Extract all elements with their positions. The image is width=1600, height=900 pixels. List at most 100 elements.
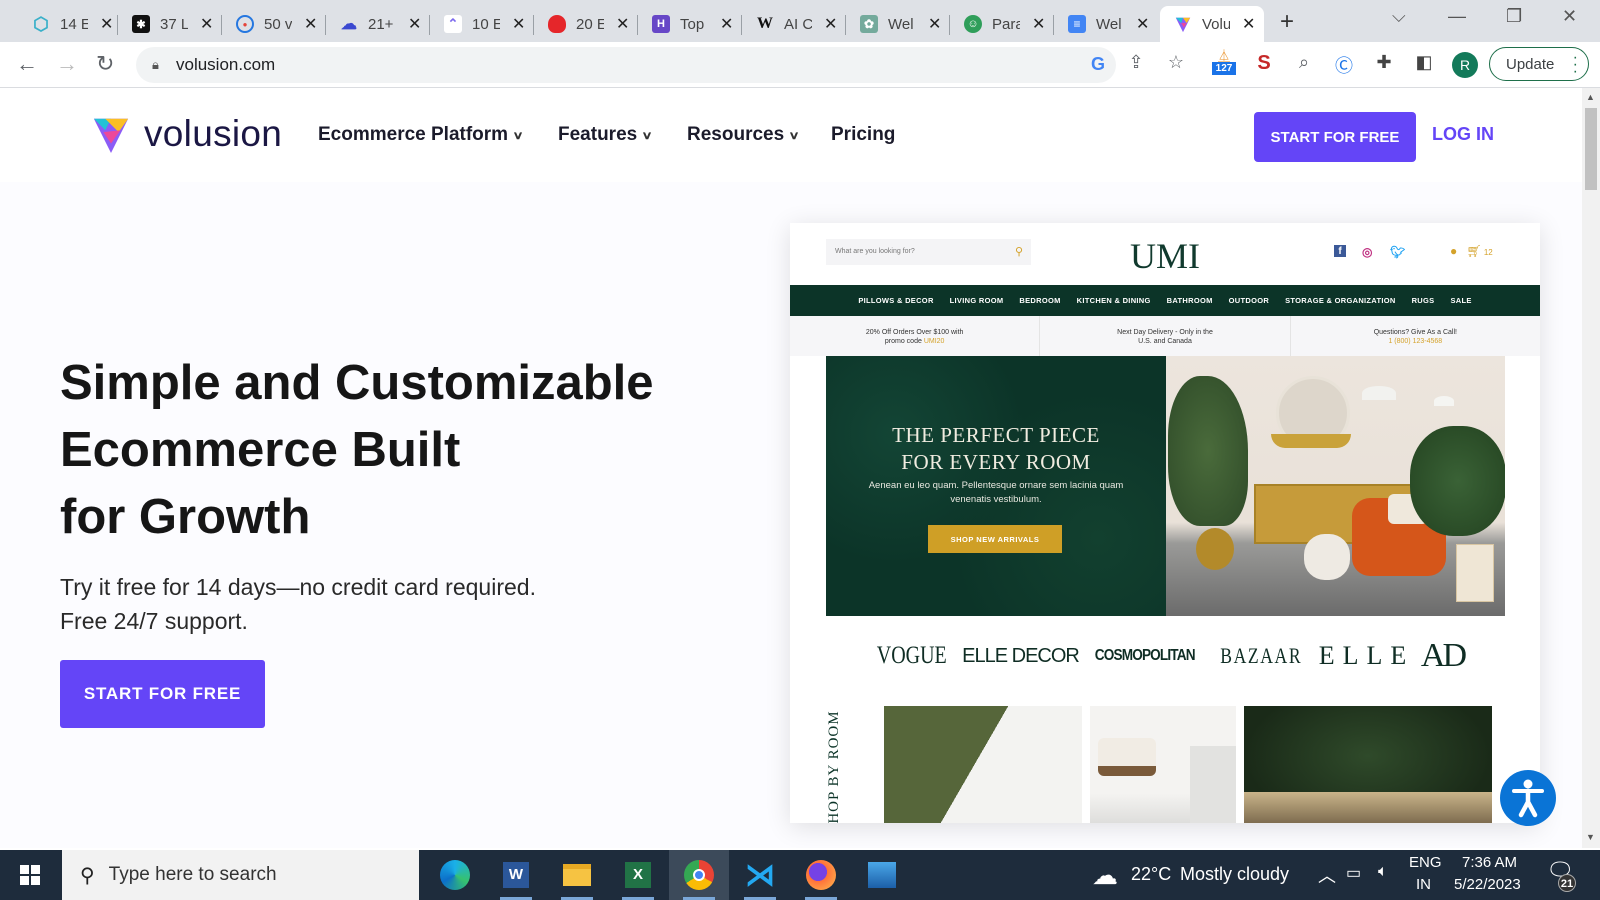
hero-title: Simple and Customizable Ecommerce Built … <box>60 356 654 544</box>
battery-icon[interactable]: ▭ <box>1346 863 1361 883</box>
shop-new-arrivals-button: SHOP NEW ARRIVALS <box>928 525 1062 553</box>
browser-tab[interactable]: W AI C ✕ <box>742 6 846 42</box>
seo-extension-icon[interactable]: S <box>1252 52 1276 75</box>
clock-date[interactable]: 5/22/2023 <box>1454 876 1521 893</box>
taskbar-app-photos[interactable] <box>852 850 912 900</box>
new-tab-button[interactable]: + <box>1280 8 1294 36</box>
lock-icon: 🔒︎ <box>152 57 159 72</box>
vscode-icon: ⋊ <box>745 858 775 892</box>
taskbar-app-vscode[interactable]: ⋊ <box>730 850 790 900</box>
browser-tab[interactable]: ⌃ 10 E ✕ <box>430 6 534 42</box>
close-tab-icon[interactable]: ✕ <box>304 14 317 34</box>
minimize-button[interactable]: — <box>1448 6 1466 27</box>
scrollbar-thumb[interactable] <box>1585 108 1597 190</box>
promo-cell: 20% Off Orders Over $100 with promo code… <box>790 316 1041 356</box>
nav-resources[interactable]: Resources ∨ <box>687 124 800 146</box>
extensions-puzzle-icon[interactable]: ✚ <box>1372 52 1396 73</box>
taskbar-app-edge[interactable] <box>425 850 485 900</box>
promo-cell: Next Day Delivery - Only in the U.S. and… <box>1040 316 1291 356</box>
promo-cell: Questions? Give As a Call! 1 (800) 123-4… <box>1373 329 1457 345</box>
browser-tab[interactable]: ✱ 37 L ✕ <box>118 6 222 42</box>
weather-temperature[interactable]: 22°C <box>1131 864 1171 885</box>
volusion-logo-icon <box>93 118 129 153</box>
reload-button[interactable]: ↻ <box>96 51 114 77</box>
c-extension-icon[interactable]: Ⓒ <box>1332 52 1356 78</box>
close-tab-icon[interactable]: ✕ <box>824 14 837 34</box>
login-link[interactable]: LOG IN <box>1432 124 1494 145</box>
w-logo-icon: W <box>757 15 773 32</box>
nav-features[interactable]: Features ∨ <box>558 124 653 146</box>
volusion-logo[interactable]: volusion <box>92 113 282 155</box>
accessibility-button[interactable] <box>1500 770 1556 826</box>
hero-subtitle: Try it free for 14 days—no credit card r… <box>60 574 536 634</box>
alt-text-extension-icon[interactable]: ⌕ <box>1292 52 1316 73</box>
close-tab-icon[interactable]: ✕ <box>720 14 733 34</box>
language-region[interactable]: IN <box>1416 876 1431 893</box>
close-tab-icon[interactable]: ✕ <box>408 14 421 34</box>
scroll-up-arrow-icon[interactable]: ▲ <box>1586 92 1595 102</box>
volume-icon[interactable]: 🔈︎ <box>1378 863 1388 881</box>
google-icon[interactable]: G <box>1086 54 1110 75</box>
close-window-button[interactable]: ✕ <box>1562 6 1577 27</box>
room-photo-outdoor <box>1244 706 1492 823</box>
back-button[interactable]: ← <box>16 51 38 77</box>
browser-tab[interactable]: 20 E ✕ <box>534 6 638 42</box>
web-page: volusion Ecommerce Platform ∨ Features ∨ R… <box>0 88 1582 848</box>
chevron-down-icon: ∨ <box>788 129 800 142</box>
shop-by-room-heading: SHOP BY ROOM <box>826 710 842 823</box>
close-tab-icon[interactable]: ✕ <box>100 14 113 34</box>
extension-counter-icon[interactable]: ⏅ 127 <box>1212 50 1236 75</box>
press-logos: VOGUE ELLE DECOR COSMOPOLITAN BAZAAR ELL… <box>826 637 1506 674</box>
side-panel-icon[interactable]: ◧ <box>1412 52 1436 73</box>
taskbar-app-word[interactable]: W <box>486 850 546 900</box>
volusion-icon <box>1174 15 1192 33</box>
browser-tab-active[interactable]: Volu ✕ <box>1160 6 1264 42</box>
taskbar-search-box[interactable]: ⚲ Type here to search <box>62 850 419 900</box>
close-tab-icon[interactable]: ✕ <box>200 14 213 34</box>
more-menu-icon[interactable]: · · · <box>1573 50 1578 80</box>
start-button[interactable] <box>0 850 60 900</box>
profile-avatar[interactable]: R <box>1452 52 1478 78</box>
nav-pricing[interactable]: Pricing <box>831 124 895 146</box>
browser-tab[interactable]: ☺ Para ✕ <box>950 6 1054 42</box>
mockup-category: OUTDOOR <box>1228 296 1270 305</box>
press-logo-elle: ELLE <box>1318 641 1415 670</box>
taskbar-app-excel[interactable]: X <box>608 850 668 900</box>
tab-search-chevron-icon[interactable]: ⌵ <box>1392 6 1406 27</box>
taskbar-app-file-explorer[interactable] <box>547 850 607 900</box>
nav-ecommerce-platform[interactable]: Ecommerce Platform ∨ <box>318 124 524 146</box>
banner-text: Aenean eu leo quam. Pellentesque ornare … <box>868 480 1124 505</box>
weather-description[interactable]: Mostly cloudy <box>1180 864 1289 885</box>
show-hidden-icons-chevron[interactable]: ︿ <box>1318 862 1336 888</box>
press-logo-ad: AD <box>1420 637 1467 674</box>
close-tab-icon[interactable]: ✕ <box>616 14 629 34</box>
scroll-down-arrow-icon[interactable]: ▼ <box>1586 832 1595 842</box>
browser-tab[interactable]: ● 50 v ✕ <box>222 6 326 42</box>
language-indicator[interactable]: ENG <box>1409 854 1442 871</box>
close-tab-icon[interactable]: ✕ <box>512 14 525 34</box>
clock-time[interactable]: 7:36 AM <box>1462 854 1517 871</box>
forward-button[interactable]: → <box>56 51 78 77</box>
taskbar-app-chrome[interactable] <box>669 850 729 900</box>
browser-tab[interactable]: ≡ Wel ✕ <box>1054 6 1158 42</box>
taskbar-app-firefox[interactable] <box>791 850 851 900</box>
chevron-down-icon: ∨ <box>641 129 653 142</box>
address-bar[interactable]: 🔒︎ volusion.com G <box>136 47 1116 83</box>
close-tab-icon[interactable]: ✕ <box>1242 14 1255 34</box>
restore-button[interactable]: ❐ <box>1506 6 1522 27</box>
bookmark-star-icon[interactable]: ☆ <box>1164 52 1188 73</box>
hero-start-for-free-button[interactable]: START FOR FREE <box>60 660 265 728</box>
browser-tab[interactable]: H Top ✕ <box>638 6 742 42</box>
excel-icon: X <box>625 862 651 888</box>
close-tab-icon[interactable]: ✕ <box>928 14 941 34</box>
update-button[interactable]: Update · · · <box>1489 47 1589 81</box>
weather-cloud-moon-icon[interactable]: ☁ <box>1092 860 1118 891</box>
close-tab-icon[interactable]: ✕ <box>1136 14 1149 34</box>
browser-tab[interactable]: ☁ 21+ ✕ <box>326 6 430 42</box>
share-icon[interactable]: ⇪ <box>1124 52 1148 73</box>
page-scrollbar[interactable]: ▲ ▼ <box>1582 88 1600 848</box>
close-tab-icon[interactable]: ✕ <box>1032 14 1045 34</box>
header-start-for-free-button[interactable]: START FOR FREE <box>1254 112 1416 162</box>
browser-tab[interactable]: ⬡ 14 E ✕ <box>18 6 118 42</box>
browser-tab[interactable]: ✿ Wel ✕ <box>846 6 950 42</box>
